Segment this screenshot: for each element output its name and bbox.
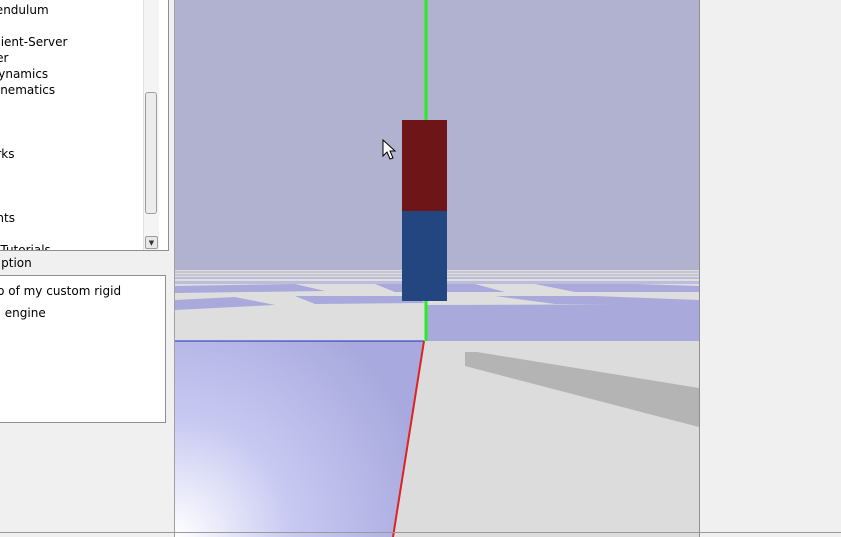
tree-scrollbar[interactable]: ▼ (143, 0, 159, 250)
tree-scroll-thumb[interactable] (145, 92, 157, 214)
description-text: emo of my custom rigid tion engine (0, 280, 168, 324)
rigid-body-demo-app: Pendulum y Client-Server ver Dynamics Ki… (0, 0, 841, 537)
demo-browser-panel: Pendulum y Client-Server ver Dynamics Ki… (0, 0, 174, 537)
tree-item-client-server[interactable]: Client-Server (0, 34, 67, 50)
description-heading: scription (0, 256, 32, 270)
tree-item-kinematics[interactable]: Kinematics (0, 82, 55, 98)
box-top-red (402, 120, 447, 211)
scene-canvas (175, 0, 699, 537)
tree-item-ver[interactable]: ver (0, 50, 8, 66)
description-line-1: emo of my custom rigid (0, 284, 122, 298)
tree-item-tutorials[interactable]: d Tutorials (0, 242, 51, 250)
demo-tree-view[interactable]: Pendulum y Client-Server ver Dynamics Ki… (0, 0, 169, 251)
floor-tile-left (175, 341, 424, 537)
description-line-2: tion engine (0, 306, 46, 320)
bottom-divider (0, 532, 841, 533)
box-bottom-blue (402, 211, 447, 301)
scroll-down-arrow-icon[interactable]: ▼ (145, 236, 158, 249)
tree-item-pendulum[interactable]: Pendulum (0, 2, 49, 18)
tree-item-dynamics[interactable]: Dynamics (0, 66, 48, 82)
3d-viewport[interactable] (175, 0, 699, 537)
tree-item-arks[interactable]: arks (0, 146, 15, 162)
tree-item-ents[interactable]: ents (0, 210, 15, 226)
mouse-cursor-icon (382, 139, 397, 160)
right-side-panel (699, 0, 841, 537)
